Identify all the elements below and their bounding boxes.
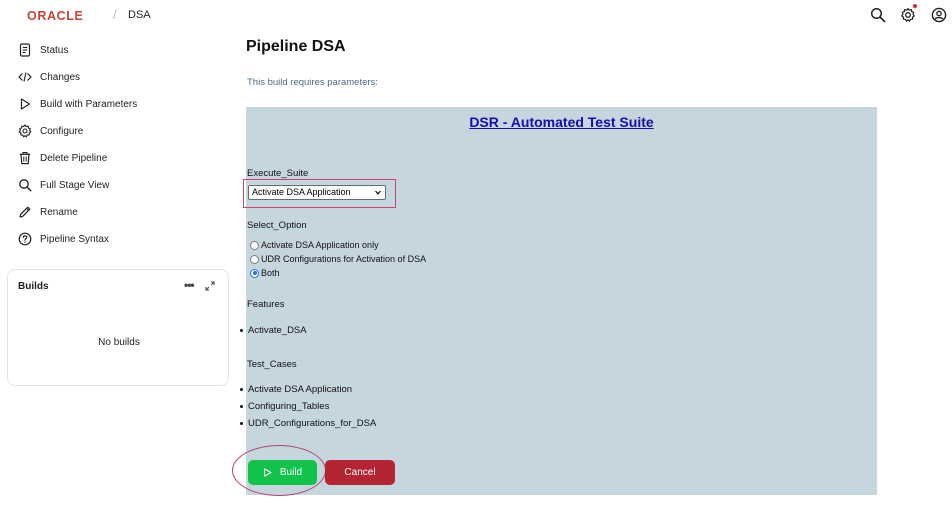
build-button[interactable]: Build <box>248 460 317 485</box>
features-label: Features <box>247 299 285 310</box>
play-icon <box>263 468 272 477</box>
test-case-text: Configuring_Tables <box>248 401 330 412</box>
status-icon <box>19 43 31 57</box>
execute-suite-label: Execute_Suite <box>247 168 309 179</box>
sidebar-item-delete-pipeline[interactable]: Delete Pipeline <box>18 148 218 168</box>
top-header: ORACLE / DSA <box>0 0 952 30</box>
sidebar-item-pipeline-syntax[interactable]: Pipeline Syntax <box>18 229 218 249</box>
trash-icon <box>19 152 31 165</box>
code-icon <box>18 72 32 82</box>
sidebar-item-label: Full Stage View <box>40 179 110 191</box>
test-case-text: Activate DSA Application <box>248 384 353 395</box>
radio-option-both[interactable]: Both <box>250 267 440 279</box>
cancel-button[interactable]: Cancel <box>325 460 395 485</box>
sidebar-item-label: Changes <box>40 71 81 83</box>
sidebar-item-label: Configure <box>40 125 84 137</box>
sidebar-item-build-with-parameters[interactable]: Build with Parameters <box>18 94 218 114</box>
play-icon <box>20 98 31 110</box>
radio-label: Activate DSA Application only <box>261 240 379 250</box>
feature-text: Activate_DSA <box>248 325 307 336</box>
parameters-note: This build requires parameters: <box>247 77 378 88</box>
radio-label: UDR Configurations for Activation of DSA <box>261 254 427 264</box>
execute-suite-value: Activate DSA Application <box>252 187 351 197</box>
search-icon <box>19 179 32 192</box>
sidebar-item-label: Delete Pipeline <box>40 152 108 164</box>
expand-icon[interactable] <box>205 281 215 291</box>
select-option-label: Select_Option <box>247 220 307 231</box>
list-item: Activate DSA Application <box>240 384 352 395</box>
notification-dot <box>913 4 917 8</box>
gear-icon <box>18 124 32 138</box>
test-cases-label: Test_Cases <box>247 359 297 370</box>
help-icon <box>18 232 32 246</box>
breadcrumb-dsa[interactable]: DSA <box>128 9 151 21</box>
no-builds-message: No builds <box>98 337 140 348</box>
chevron-down-icon <box>375 190 381 195</box>
page-title: Pipeline DSA <box>246 38 346 55</box>
build-button-label: Build <box>279 467 303 478</box>
list-item: UDR_Configurations_for_DSA <box>240 418 376 429</box>
user-icon[interactable] <box>931 7 947 23</box>
parameters-form: DSR - Automated Test Suite Execute_Suite… <box>243 107 877 495</box>
sidebar-item-label: Build with Parameters <box>40 98 138 110</box>
sidebar-item-rename[interactable]: Rename <box>18 202 218 222</box>
builds-panel: Builds ••• No builds <box>7 269 229 386</box>
radio-label: Both <box>261 268 280 278</box>
search-icon[interactable] <box>870 7 886 23</box>
list-item: Activate_DSA <box>240 325 307 336</box>
sidebar-item-label: Status <box>40 44 69 56</box>
builds-title: Builds <box>18 281 49 292</box>
execute-suite-select[interactable]: Activate DSA Application <box>248 185 386 200</box>
settings-icon[interactable] <box>900 7 916 23</box>
suite-title-link[interactable]: DSR - Automated Test Suite <box>246 114 877 130</box>
pencil-icon <box>19 206 31 218</box>
sidebar-item-status[interactable]: Status <box>18 40 218 60</box>
list-item: Configuring_Tables <box>240 401 329 412</box>
test-case-text: UDR_Configurations_for_DSA <box>248 418 377 429</box>
sidebar-item-full-stage-view[interactable]: Full Stage View <box>18 175 218 195</box>
sidebar-item-label: Pipeline Syntax <box>40 233 109 245</box>
more-options-icon[interactable]: ••• <box>184 278 195 292</box>
oracle-logo[interactable]: ORACLE <box>27 9 83 23</box>
radio-button[interactable] <box>250 254 259 264</box>
radio-button[interactable] <box>250 240 259 250</box>
radio-option-udr-configurations[interactable]: UDR Configurations for Activation of DSA <box>250 253 440 265</box>
sidebar-item-changes[interactable]: Changes <box>18 67 218 87</box>
radio-option-activate-only[interactable]: Activate DSA Application only <box>250 239 440 251</box>
cancel-button-label: Cancel <box>344 467 376 478</box>
sidebar-item-label: Rename <box>40 206 78 218</box>
radio-button-checked[interactable] <box>250 268 259 278</box>
breadcrumb-separator: / <box>113 7 117 22</box>
sidebar-item-configure[interactable]: Configure <box>18 121 218 141</box>
